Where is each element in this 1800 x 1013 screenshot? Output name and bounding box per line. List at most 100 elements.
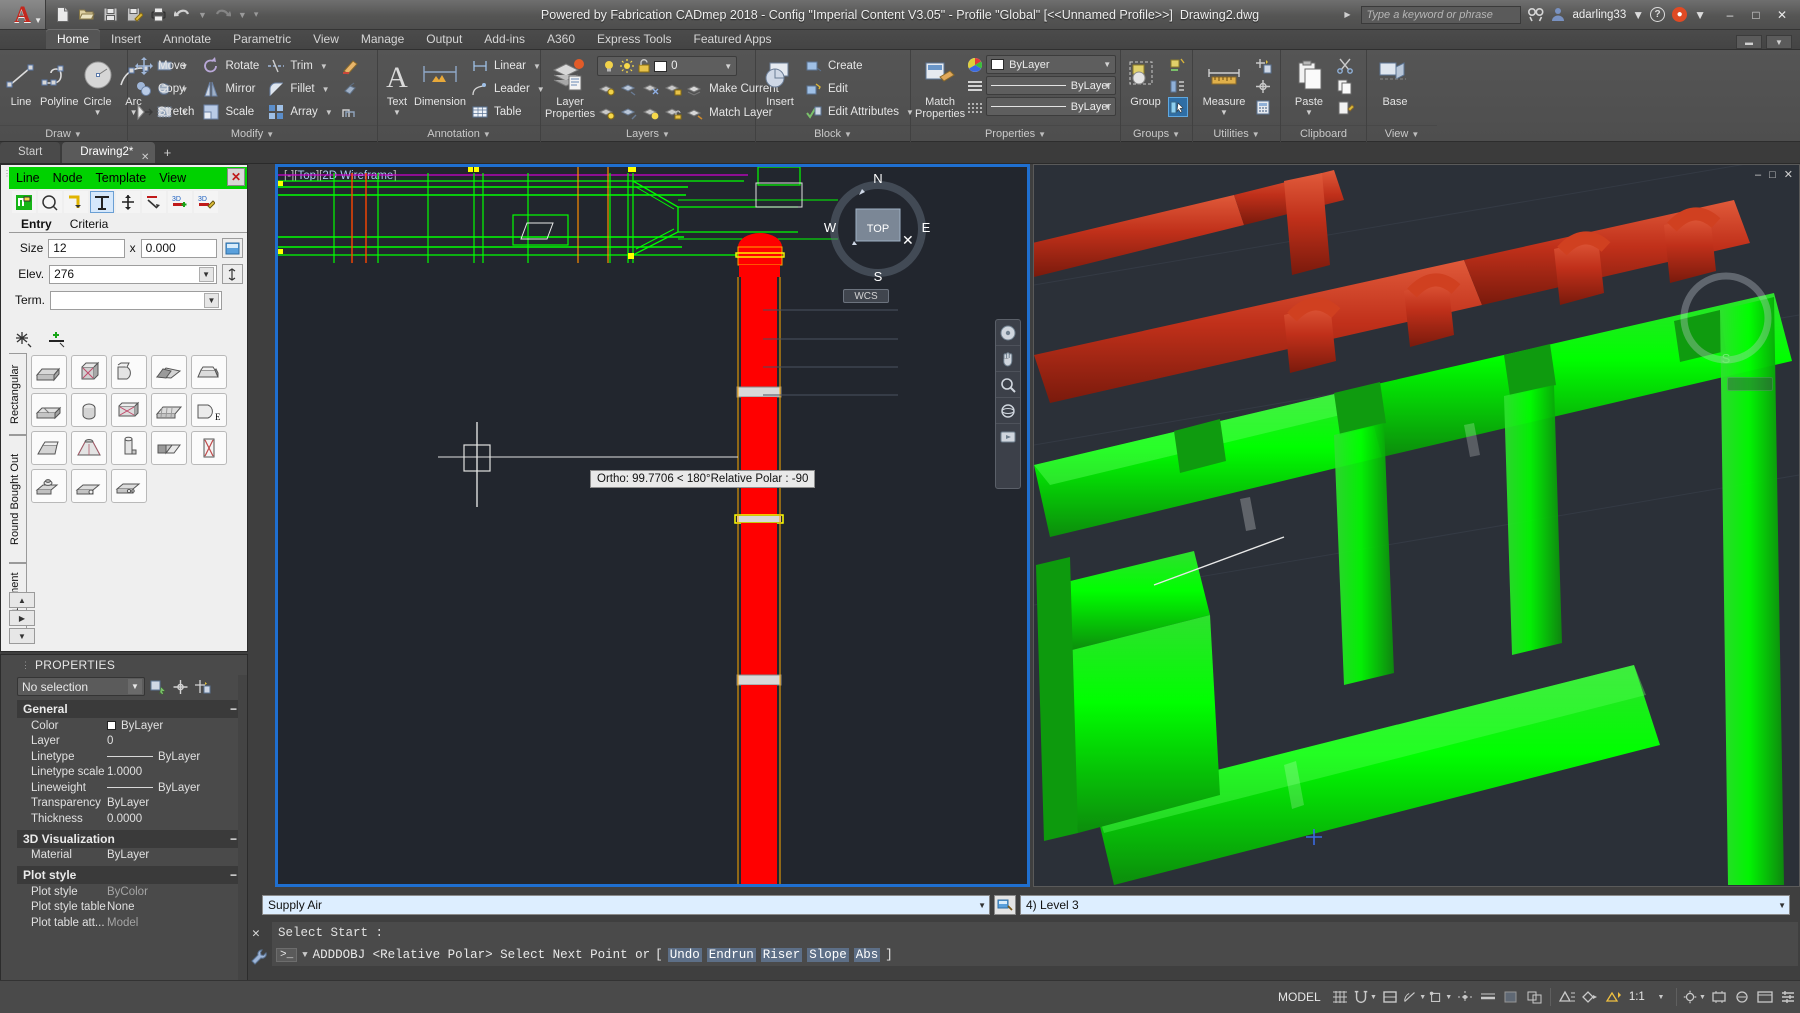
close-viewport-button[interactable]: ✕: [1784, 168, 1793, 181]
tab-parametric[interactable]: Parametric: [222, 29, 302, 49]
command-close-icon[interactable]: ✕: [252, 926, 260, 941]
property-row-linetype-scale[interactable]: Linetype scale 1.0000: [17, 765, 243, 781]
new-icon[interactable]: [54, 6, 71, 23]
linear-dimension-button[interactable]: Linear ▼: [468, 55, 550, 77]
layer-properties-button[interactable]: Layer Properties: [545, 54, 595, 120]
transparency-display-icon[interactable]: [1501, 986, 1522, 1008]
snap-settings-icon[interactable]: [13, 330, 33, 348]
ribbon-minimize-icon[interactable]: ▬: [1736, 35, 1762, 49]
scroll-up-button[interactable]: ▲: [9, 592, 35, 608]
shape-cell-square-bend[interactable]: [71, 355, 107, 389]
notification-icon[interactable]: ●: [1672, 7, 1687, 22]
round-duct-icon[interactable]: [38, 191, 62, 213]
takeoff-icon[interactable]: [90, 191, 114, 213]
fillet-button[interactable]: Fillet ▼: [264, 78, 337, 100]
shape-cell-damper[interactable]: [191, 431, 227, 465]
group-selection-on-icon[interactable]: [1168, 97, 1188, 117]
size-input[interactable]: 12: [48, 239, 124, 258]
annotation-monitor-icon[interactable]: [1556, 986, 1577, 1008]
collapse-icon[interactable]: −: [230, 832, 237, 846]
annotation-visibility-icon[interactable]: [1579, 986, 1600, 1008]
array-button[interactable]: Array ▼: [264, 101, 337, 123]
shape-cell-transition[interactable]: [191, 355, 227, 389]
property-row-transparency[interactable]: Transparency ByLayer: [17, 796, 243, 812]
view-cube-right[interactable]: S: [1671, 263, 1781, 373]
linetype-icon[interactable]: [967, 99, 983, 115]
chevron-down-icon[interactable]: ▼: [724, 62, 732, 71]
scroll-down-button[interactable]: ▼: [9, 628, 35, 644]
copy-button[interactable]: Copy: [132, 78, 199, 100]
unlock-icon[interactable]: [638, 59, 650, 73]
tab-manage[interactable]: Manage: [350, 29, 415, 49]
chevron-down-icon[interactable]: ▼: [1103, 81, 1111, 90]
customization-icon[interactable]: [1778, 986, 1799, 1008]
save-as-icon[interactable]: [126, 6, 143, 23]
shape-cell-elbow[interactable]: [151, 431, 187, 465]
scroll-right-button[interactable]: ▶: [9, 610, 35, 626]
property-row-layer[interactable]: Layer 0: [17, 734, 243, 750]
redo-icon[interactable]: [214, 6, 231, 23]
tab-criteria[interactable]: Criteria: [62, 217, 119, 232]
plot-icon[interactable]: [150, 6, 167, 23]
application-menu-button[interactable]: A ▼: [0, 0, 46, 29]
group-edit-icon[interactable]: [1168, 76, 1188, 96]
tab-a360[interactable]: A360: [536, 29, 586, 49]
clean-screen-icon[interactable]: [1754, 986, 1775, 1008]
search-icon[interactable]: [1527, 6, 1544, 23]
model-space-tab[interactable]: MODEL: [1270, 990, 1329, 1004]
tab-home[interactable]: Home: [46, 29, 100, 49]
property-group-plot-style[interactable]: Plot style −: [17, 866, 243, 884]
layer-unlock-icon[interactable]: [663, 103, 683, 123]
elev-combo[interactable]: 276 ▼: [49, 265, 217, 284]
isolate-objects-icon[interactable]: [1731, 986, 1752, 1008]
ribbon-display-dropdown-icon[interactable]: ▼: [1766, 35, 1792, 49]
maximize-viewport-button[interactable]: □: [1769, 169, 1776, 181]
id-point-icon[interactable]: [1253, 76, 1273, 96]
orbit-icon[interactable]: [996, 398, 1020, 424]
menu-view[interactable]: View: [159, 171, 186, 185]
table-button[interactable]: Table: [468, 101, 550, 123]
new-tab-button[interactable]: +: [157, 142, 177, 163]
collapse-icon[interactable]: −: [230, 702, 237, 716]
keyword-endrun[interactable]: Endrun: [707, 948, 756, 962]
create-block-button[interactable]: Create: [802, 55, 919, 77]
tab-view[interactable]: View: [302, 29, 350, 49]
command-tools-icon[interactable]: [250, 948, 268, 966]
service-combo[interactable]: Supply Air ▼: [262, 895, 990, 915]
shape-cell-shoe-tap[interactable]: [31, 393, 67, 427]
properties-grip[interactable]: ⋮: [21, 660, 29, 671]
stretch-button[interactable]: Stretch: [132, 101, 199, 123]
polar-tracking-icon[interactable]: ▼: [1402, 986, 1426, 1008]
property-group-general[interactable]: General −: [17, 700, 243, 718]
pan-icon[interactable]: [996, 346, 1020, 372]
elev-lock-button[interactable]: [222, 264, 243, 284]
undo-dropdown-icon[interactable]: ▼: [198, 10, 207, 20]
paste-special-icon[interactable]: [1335, 97, 1355, 117]
shape-cell-grille[interactable]: [71, 469, 107, 503]
file-tab-start[interactable]: Start: [0, 142, 60, 163]
layer-thaw-icon[interactable]: [619, 103, 639, 123]
paste-button[interactable]: Paste ▼: [1285, 54, 1333, 117]
undo-icon[interactable]: [174, 6, 191, 23]
chevron-down-icon[interactable]: ▼: [393, 108, 401, 117]
edit-attributes-button[interactable]: Edit Attributes ▼: [802, 101, 919, 123]
ortho-mode-icon[interactable]: [1379, 986, 1400, 1008]
wcs-badge-right[interactable]: [1727, 377, 1773, 391]
quick-calc-point-icon[interactable]: [1253, 55, 1273, 75]
layer-freeze-icon[interactable]: [619, 79, 639, 99]
edit-block-button[interactable]: Edit: [802, 78, 919, 100]
user-avatar-icon[interactable]: [1550, 6, 1567, 23]
keyword-slope[interactable]: Slope: [807, 948, 849, 962]
grid-display-icon[interactable]: [1330, 986, 1351, 1008]
customize-qat-icon[interactable]: ▾: [254, 9, 259, 20]
rotate-button[interactable]: Rotate: [199, 55, 264, 77]
cut-icon[interactable]: [1335, 55, 1355, 75]
shape-cell-diffuser[interactable]: [31, 469, 67, 503]
property-row-thickness[interactable]: Thickness 0.0000: [17, 811, 243, 827]
file-tab-drawing2[interactable]: Drawing2* ✕: [62, 142, 155, 163]
category-rectangular[interactable]: Rectangular: [9, 353, 27, 435]
property-row-color[interactable]: Color ByLayer: [17, 718, 243, 734]
object-snap-tracking-icon[interactable]: [1454, 986, 1475, 1008]
chevron-down-icon[interactable]: ▼: [1103, 102, 1111, 111]
service-properties-icon[interactable]: [994, 895, 1016, 915]
